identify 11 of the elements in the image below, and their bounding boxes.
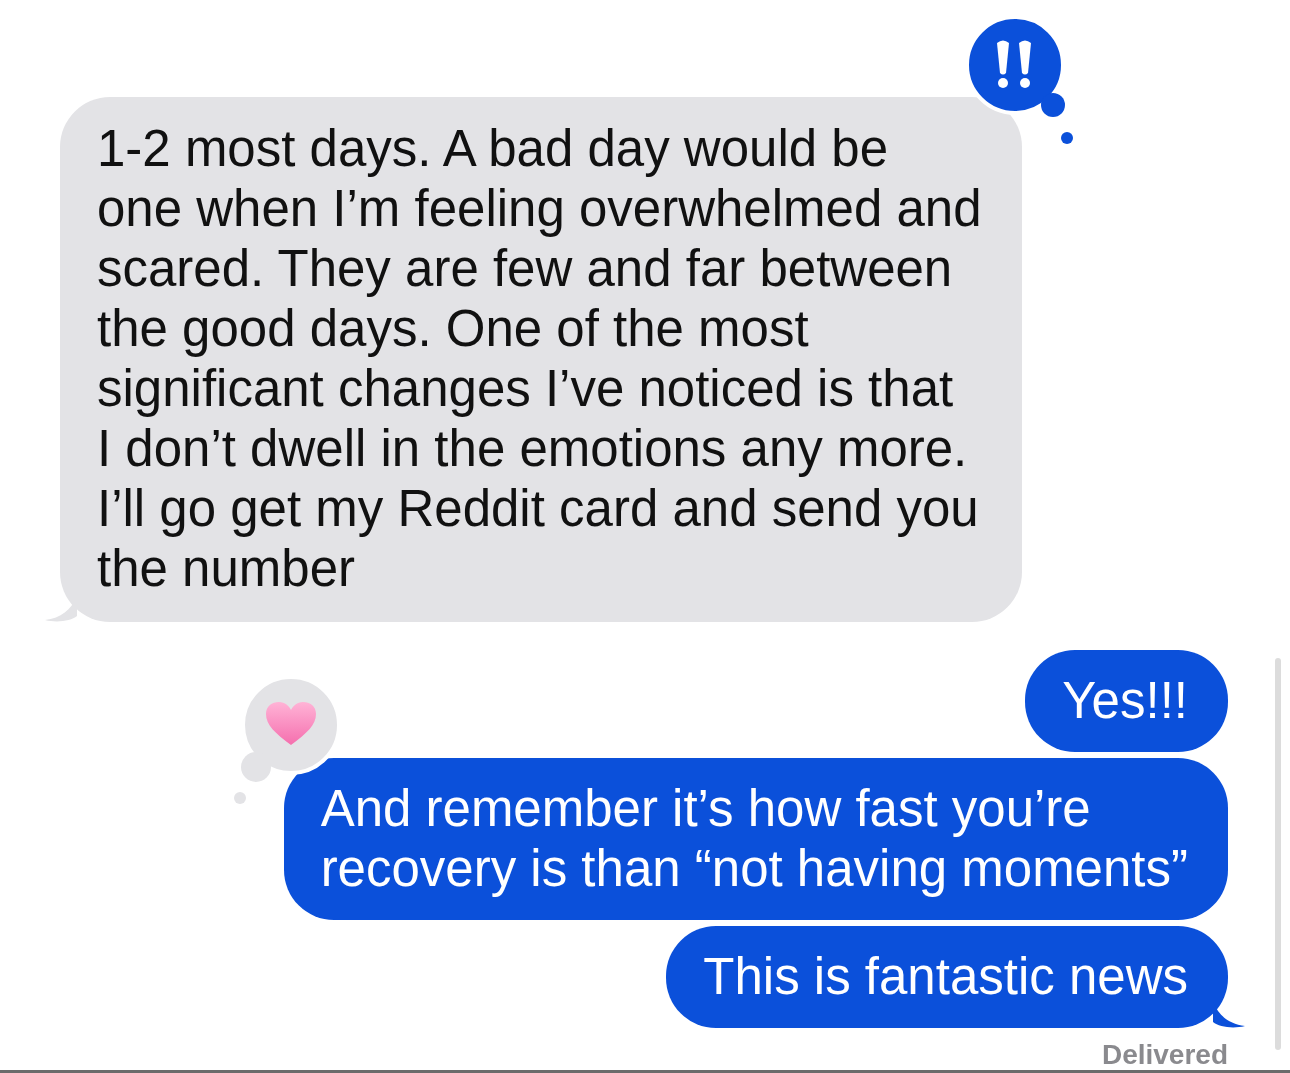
message-text: And remember it’s how fast you’re recovery is than “not having moments”	[320, 780, 1188, 897]
reaction-dot	[240, 752, 271, 782]
reaction-dot	[233, 792, 246, 804]
heart-icon	[265, 702, 316, 745]
delivery-status: Delivered	[1101, 1041, 1228, 1068]
message-text: This is fantastic news	[703, 948, 1188, 1005]
message-text: 1-2 most days. A bad day would be one when I’m feeling overwhelmed and scared. They are few and far between the good days. One of the most significant changes I’ve noticed is that I don’t dwell in the emotions any more. I’ll go get my Reddit card and send you the number	[97, 120, 982, 597]
reaction-dot	[1060, 132, 1073, 144]
message-text: Yes!!!	[1062, 672, 1188, 729]
exclamation-icon	[996, 40, 1031, 88]
reaction-dot	[1040, 93, 1065, 117]
